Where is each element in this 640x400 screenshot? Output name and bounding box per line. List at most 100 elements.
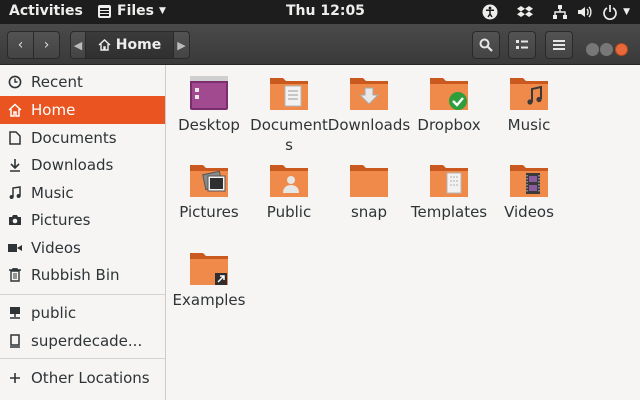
sidebar-item-label: superdecade... [31,332,143,350]
camera-icon [8,213,22,227]
video-icon [8,241,22,255]
back-button[interactable]: ‹ [7,31,34,59]
public-folder-icon [270,165,308,197]
minimize-button[interactable] [586,43,599,56]
file-item-music[interactable]: Music [487,75,571,135]
chevron-left-icon: ◀ [73,38,83,52]
menu-icon [553,40,565,50]
chevron-right-icon: ▶ [177,38,186,52]
path-bar: ◀ Home ▶ [70,31,190,59]
file-item-pictures[interactable]: Pictures [167,162,251,222]
file-name: snap [350,203,388,221]
trash-icon [8,268,22,282]
examples-link-folder-icon [190,253,228,285]
maximize-button[interactable] [600,43,613,56]
sidebar-item-label: Recent [31,73,83,91]
sidebar-item-recent[interactable]: Recent [0,68,165,96]
app-menu-button[interactable]: Files ▼ [98,3,166,19]
activities-button[interactable]: Activities [9,3,83,19]
music-icon [8,186,22,200]
path-home-label: Home [115,37,162,53]
sidebar-item-public[interactable]: public [0,299,165,327]
network-icon[interactable] [552,4,568,20]
folder-icon [350,165,388,197]
files-app-icon [98,4,111,18]
sidebar-item-documents[interactable]: Documents [0,124,165,152]
sidebar-item-label: Home [31,101,76,119]
sidebar-item-rubbish-bin[interactable]: Rubbish Bin [0,261,165,289]
file-name: Documents [250,116,328,154]
usb-drive-icon [8,334,22,348]
path-scroll-left-button[interactable]: ◀ [70,31,86,59]
dropbox-folder-icon [430,78,468,110]
sidebar-item-label: Downloads [31,156,114,174]
file-name: Dropbox [417,116,481,134]
file-name: Videos [504,203,554,221]
sidebar-item-music[interactable]: Music [0,179,165,207]
sidebar-item-label: Videos [31,239,81,257]
desktop-folder-icon [190,76,228,110]
templates-folder-icon [430,165,468,197]
header-bar: ‹ › ◀ Home ▶ [0,24,640,65]
accessibility-icon[interactable] [482,4,498,20]
pictures-folder-icon [190,165,228,197]
sidebar-item-pictures[interactable]: Pictures [0,206,165,234]
music-folder-icon [510,78,548,110]
sidebar-item-superdecade[interactable]: superdecade... [0,327,165,355]
dropbox-icon[interactable] [517,5,534,19]
file-item-snap[interactable]: snap [327,162,411,222]
file-item-downloads[interactable]: Downloads [327,75,411,135]
sidebar-item-downloads[interactable]: Downloads [0,151,165,179]
sidebar-item-home[interactable]: Home [0,96,165,124]
sidebar-item-label: Rubbish Bin [31,266,120,284]
sidebar-item-label: Documents [31,129,117,147]
file-name: Examples [172,291,246,309]
volume-icon[interactable] [577,4,593,20]
file-item-examples[interactable]: Examples [167,250,251,310]
power-icon[interactable] [602,4,618,20]
clock[interactable]: Thu 12:05 [286,3,365,19]
sidebar-item-label: Music [31,184,74,202]
hamburger-menu-button[interactable] [545,31,573,59]
file-item-videos[interactable]: Videos [487,162,571,222]
sidebar-item-videos[interactable]: Videos [0,234,165,262]
path-scroll-right-button[interactable]: ▶ [174,31,190,59]
file-item-dropbox[interactable]: Dropbox [407,75,491,135]
file-item-templates[interactable]: Templates [407,162,491,222]
file-name: Templates [410,203,488,221]
file-name: Public [266,203,312,221]
home-icon [8,103,22,117]
path-home-button[interactable]: Home [86,31,174,59]
sidebar-item-label: Other Locations [31,369,150,387]
file-name: Pictures [179,203,239,221]
file-item-desktop[interactable]: Desktop [167,75,251,135]
downloads-folder-icon [350,78,388,110]
app-menu-label: Files [117,3,154,19]
search-button[interactable] [472,31,500,59]
chevron-right-icon: › [43,37,50,53]
download-icon [8,158,22,172]
chevron-down-icon[interactable]: ▼ [623,7,630,17]
file-item-documents[interactable]: Documents [247,75,331,155]
file-name: Desktop [178,116,240,134]
list-view-icon [516,40,528,49]
home-icon [98,39,111,51]
sidebar-item-label: Pictures [31,211,91,229]
forward-button[interactable]: › [33,31,60,59]
file-name: Downloads [327,116,411,134]
clock-icon [8,75,22,89]
document-icon [8,131,22,145]
close-button[interactable] [615,43,628,56]
chevron-left-icon: ‹ [17,37,24,53]
sidebar-item-other-locations[interactable]: Other Locations [0,364,165,392]
system-tray[interactable]: ▼ [482,0,630,24]
sidebar-divider [0,358,165,359]
sidebar-divider [0,294,165,295]
search-icon [479,38,493,52]
chevron-down-icon: ▼ [159,6,166,16]
top-bar: Activities Files ▼ Thu 12:05 ▼ [0,0,640,24]
sidebar: Recent Home Documents Downloads Music Pi… [0,65,166,400]
view-toggle-button[interactable] [508,31,536,59]
videos-folder-icon [510,165,548,197]
file-item-public[interactable]: Public [247,162,331,222]
